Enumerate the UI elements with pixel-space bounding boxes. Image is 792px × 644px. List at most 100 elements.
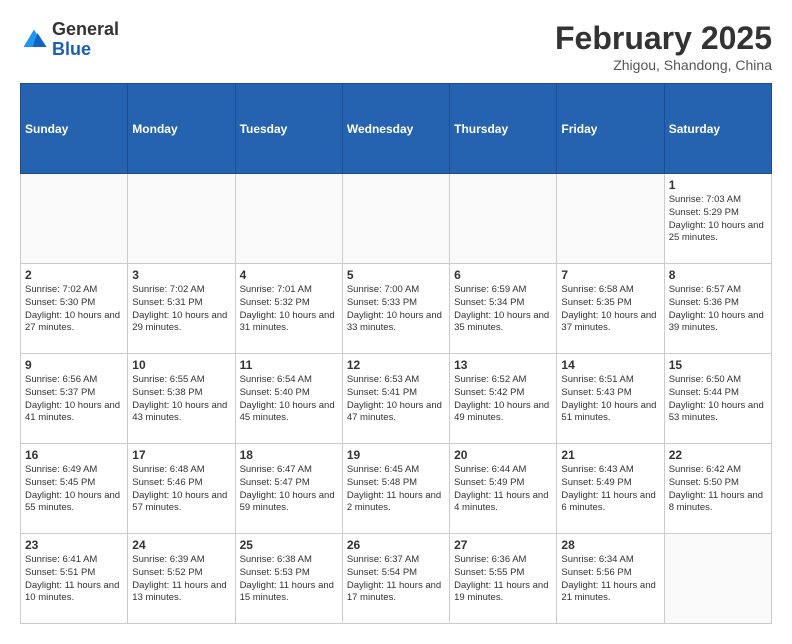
day-number: 14	[561, 358, 659, 372]
day-info: Sunrise: 6:44 AM Sunset: 5:49 PM Dayligh…	[454, 464, 552, 515]
calendar-cell: 19 Sunrise: 6:45 AM Sunset: 5:48 PM Dayli…	[342, 444, 449, 534]
day-number: 9	[25, 358, 123, 372]
day-info: Sunrise: 6:56 AM Sunset: 5:37 PM Dayligh…	[25, 374, 123, 425]
day-info: Sunrise: 6:55 AM Sunset: 5:38 PM Dayligh…	[132, 374, 230, 425]
title-block: February 2025 Zhigou, Shandong, China	[555, 20, 772, 73]
day-info: Sunrise: 6:48 AM Sunset: 5:46 PM Dayligh…	[132, 464, 230, 515]
calendar-cell	[557, 174, 664, 264]
calendar-cell: 1 Sunrise: 7:03 AM Sunset: 5:29 PM Daylig…	[664, 174, 771, 264]
day-number: 15	[669, 358, 767, 372]
day-info: Sunrise: 6:52 AM Sunset: 5:42 PM Dayligh…	[454, 374, 552, 425]
weekday-thursday: Thursday	[450, 84, 557, 174]
day-info: Sunrise: 6:58 AM Sunset: 5:35 PM Dayligh…	[561, 284, 659, 335]
week-row-4: 23 Sunrise: 6:41 AM Sunset: 5:51 PM Dayli…	[21, 534, 772, 624]
day-info: Sunrise: 6:36 AM Sunset: 5:55 PM Dayligh…	[454, 554, 552, 605]
weekday-saturday: Saturday	[664, 84, 771, 174]
logo-text: General Blue	[52, 20, 119, 60]
day-info: Sunrise: 6:34 AM Sunset: 5:56 PM Dayligh…	[561, 554, 659, 605]
day-info: Sunrise: 6:45 AM Sunset: 5:48 PM Dayligh…	[347, 464, 445, 515]
calendar-cell: 26 Sunrise: 6:37 AM Sunset: 5:54 PM Dayli…	[342, 534, 449, 624]
day-number: 13	[454, 358, 552, 372]
calendar-cell: 2 Sunrise: 7:02 AM Sunset: 5:30 PM Daylig…	[21, 264, 128, 354]
calendar-cell: 6 Sunrise: 6:59 AM Sunset: 5:34 PM Daylig…	[450, 264, 557, 354]
logo-general: General	[52, 20, 119, 40]
calendar-body: 1 Sunrise: 7:03 AM Sunset: 5:29 PM Daylig…	[21, 174, 772, 624]
day-number: 27	[454, 538, 552, 552]
calendar-cell: 16Sunrise: 6:49 AM Sunset: 5:45 PM Dayli…	[21, 444, 128, 534]
day-number: 10	[132, 358, 230, 372]
day-info: Sunrise: 6:51 AM Sunset: 5:43 PM Dayligh…	[561, 374, 659, 425]
day-number: 18	[240, 448, 338, 462]
weekday-friday: Friday	[557, 84, 664, 174]
calendar-title: February 2025	[555, 20, 772, 57]
calendar-cell: 10 Sunrise: 6:55 AM Sunset: 5:38 PM Dayli…	[128, 354, 235, 444]
day-info: Sunrise: 6:41 AM Sunset: 5:51 PM Dayligh…	[25, 554, 123, 605]
day-number: 28	[561, 538, 659, 552]
day-info: Sunrise: 6:38 AM Sunset: 5:53 PM Dayligh…	[240, 554, 338, 605]
day-info: Sunrise: 7:02 AM Sunset: 5:30 PM Dayligh…	[25, 284, 123, 335]
day-number: 5	[347, 268, 445, 282]
day-number: 3	[132, 268, 230, 282]
page-header: General Blue February 2025 Zhigou, Shand…	[20, 20, 772, 73]
calendar-cell: 8 Sunrise: 6:57 AM Sunset: 5:36 PM Daylig…	[664, 264, 771, 354]
day-info: Sunrise: 6:57 AM Sunset: 5:36 PM Dayligh…	[669, 284, 767, 335]
logo: General Blue	[20, 20, 119, 60]
day-number: 23	[25, 538, 123, 552]
week-row-1: 2 Sunrise: 7:02 AM Sunset: 5:30 PM Daylig…	[21, 264, 772, 354]
day-number: 25	[240, 538, 338, 552]
day-info: Sunrise: 7:00 AM Sunset: 5:33 PM Dayligh…	[347, 284, 445, 335]
weekday-tuesday: Tuesday	[235, 84, 342, 174]
day-number: 24	[132, 538, 230, 552]
week-row-0: 1 Sunrise: 7:03 AM Sunset: 5:29 PM Daylig…	[21, 174, 772, 264]
calendar-cell: 27 Sunrise: 6:36 AM Sunset: 5:55 PM Dayli…	[450, 534, 557, 624]
day-info: Sunrise: 6:39 AM Sunset: 5:52 PM Dayligh…	[132, 554, 230, 605]
calendar-table: SundayMondayTuesdayWednesdayThursdayFrid…	[20, 83, 772, 624]
calendar-cell: 7Sunrise: 6:58 AM Sunset: 5:35 PM Daylig…	[557, 264, 664, 354]
calendar-cell	[235, 174, 342, 264]
calendar-cell: 13 Sunrise: 6:52 AM Sunset: 5:42 PM Dayli…	[450, 354, 557, 444]
calendar-cell: 23 Sunrise: 6:41 AM Sunset: 5:51 PM Dayli…	[21, 534, 128, 624]
calendar-cell: 5 Sunrise: 7:00 AM Sunset: 5:33 PM Daylig…	[342, 264, 449, 354]
day-info: Sunrise: 6:50 AM Sunset: 5:44 PM Dayligh…	[669, 374, 767, 425]
calendar-cell: 3Sunrise: 7:02 AM Sunset: 5:31 PM Daylig…	[128, 264, 235, 354]
weekday-sunday: Sunday	[21, 84, 128, 174]
calendar-cell: 25 Sunrise: 6:38 AM Sunset: 5:53 PM Dayli…	[235, 534, 342, 624]
day-number: 22	[669, 448, 767, 462]
day-number: 8	[669, 268, 767, 282]
day-number: 4	[240, 268, 338, 282]
day-info: Sunrise: 7:03 AM Sunset: 5:29 PM Dayligh…	[669, 194, 767, 245]
day-info: Sunrise: 6:59 AM Sunset: 5:34 PM Dayligh…	[454, 284, 552, 335]
day-number: 20	[454, 448, 552, 462]
logo-blue: Blue	[52, 40, 119, 60]
day-info: Sunrise: 7:01 AM Sunset: 5:32 PM Dayligh…	[240, 284, 338, 335]
day-number: 6	[454, 268, 552, 282]
calendar-cell: 12Sunrise: 6:53 AM Sunset: 5:41 PM Dayli…	[342, 354, 449, 444]
day-info: Sunrise: 6:43 AM Sunset: 5:49 PM Dayligh…	[561, 464, 659, 515]
calendar-cell: 9 Sunrise: 6:56 AM Sunset: 5:37 PM Daylig…	[21, 354, 128, 444]
calendar-cell: 24 Sunrise: 6:39 AM Sunset: 5:52 PM Dayli…	[128, 534, 235, 624]
calendar-cell: 15 Sunrise: 6:50 AM Sunset: 5:44 PM Dayli…	[664, 354, 771, 444]
calendar-cell	[342, 174, 449, 264]
day-number: 21	[561, 448, 659, 462]
day-number: 19	[347, 448, 445, 462]
weekday-wednesday: Wednesday	[342, 84, 449, 174]
day-info: Sunrise: 6:49 AM Sunset: 5:45 PM Dayligh…	[25, 464, 123, 515]
calendar-cell: 11Sunrise: 6:54 AM Sunset: 5:40 PM Dayli…	[235, 354, 342, 444]
day-number: 2	[25, 268, 123, 282]
calendar-cell	[664, 534, 771, 624]
calendar-cell: 17 Sunrise: 6:48 AM Sunset: 5:46 PM Dayli…	[128, 444, 235, 534]
calendar-cell	[128, 174, 235, 264]
day-number: 1	[669, 178, 767, 192]
weekday-header-row: SundayMondayTuesdayWednesdayThursdayFrid…	[21, 84, 772, 174]
calendar-cell: 28 Sunrise: 6:34 AM Sunset: 5:56 PM Dayli…	[557, 534, 664, 624]
day-info: Sunrise: 6:42 AM Sunset: 5:50 PM Dayligh…	[669, 464, 767, 515]
day-number: 11	[240, 358, 338, 372]
day-number: 26	[347, 538, 445, 552]
calendar-cell	[450, 174, 557, 264]
calendar-cell	[21, 174, 128, 264]
day-number: 17	[132, 448, 230, 462]
week-row-3: 16Sunrise: 6:49 AM Sunset: 5:45 PM Dayli…	[21, 444, 772, 534]
weekday-monday: Monday	[128, 84, 235, 174]
calendar-cell: 20 Sunrise: 6:44 AM Sunset: 5:49 PM Dayli…	[450, 444, 557, 534]
day-info: Sunrise: 6:37 AM Sunset: 5:54 PM Dayligh…	[347, 554, 445, 605]
